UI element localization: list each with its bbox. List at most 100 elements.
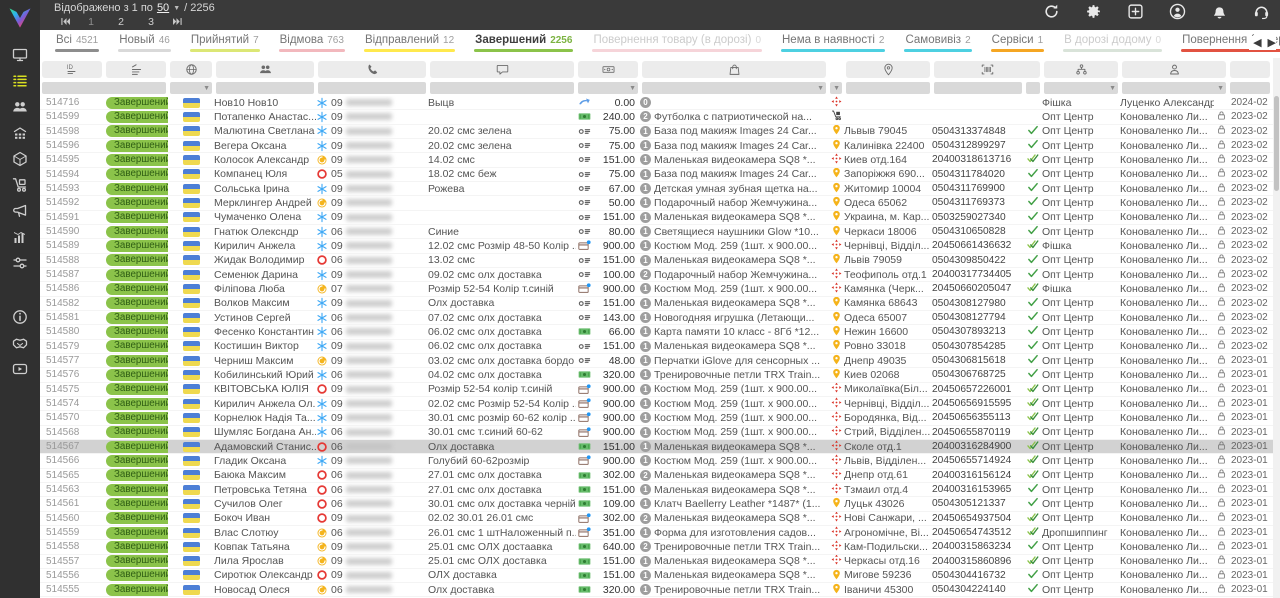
table-row[interactable]: 514586ЗавершенийФіліпова Люба07Розмір 52… bbox=[40, 282, 1280, 296]
sort-status-button[interactable] bbox=[106, 61, 166, 78]
table-row[interactable]: 514587ЗавершенийСеменюк Дарина0909.02 см… bbox=[40, 268, 1280, 282]
tab-3[interactable]: Відмова763 bbox=[278, 30, 346, 55]
table-row[interactable]: 514558ЗавершенийКовпак Татьяна0925.01 см… bbox=[40, 540, 1280, 554]
table-row[interactable]: 514598ЗавершенийМалютина Светлана0920.02… bbox=[40, 125, 1280, 139]
table-row[interactable]: 514580ЗавершенийФесенко Константин0606.0… bbox=[40, 325, 1280, 339]
sidebar-item-marketing[interactable] bbox=[0, 198, 40, 224]
tab-6[interactable]: Повернення товару (в дорозі)0 bbox=[591, 30, 763, 55]
filter-delivery-type-input[interactable]: ▼ bbox=[830, 82, 842, 94]
notifications-button[interactable] bbox=[1211, 3, 1228, 20]
table-row[interactable]: 514591ЗавершенийЧумаченко Олена09151.001… bbox=[40, 211, 1280, 225]
table-row[interactable]: 514581ЗавершенийУстинов Сергей0607.02 см… bbox=[40, 311, 1280, 325]
table-row[interactable]: 514557ЗавершенийЛила Ярослав0925.01 смс … bbox=[40, 555, 1280, 569]
tab-8[interactable]: Самовивіз2 bbox=[903, 30, 972, 55]
filter-country-input[interactable]: ▼ bbox=[170, 82, 212, 94]
table-row[interactable]: 514556ЗавершенийСиротюк Олександр09ОЛХ д… bbox=[40, 569, 1280, 583]
tab-scroll-right-icon[interactable]: ▶ bbox=[1268, 36, 1276, 50]
settings-button[interactable] bbox=[1085, 3, 1102, 20]
sort-tracking-button[interactable] bbox=[934, 61, 1040, 78]
sidebar-item-dashboard[interactable] bbox=[0, 42, 40, 68]
tab-0[interactable]: Всі4521 bbox=[54, 30, 100, 55]
account-button[interactable] bbox=[1169, 3, 1186, 20]
table-row[interactable]: 514568ЗавершенийШумляс Богдана Ан...0630… bbox=[40, 426, 1280, 440]
table-row[interactable]: 514716ЗавершенийНов10 Нов1009Выцв0.000Фі… bbox=[40, 96, 1280, 110]
sidebar-item-info[interactable] bbox=[0, 304, 40, 330]
table-row[interactable]: 514566ЗавершенийГладик Оксана09Голубий 6… bbox=[40, 454, 1280, 468]
table-row[interactable]: 514577ЗавершенийЧерниш Максим0903.02 смс… bbox=[40, 354, 1280, 368]
filter-payment-input[interactable]: ▼ bbox=[578, 82, 638, 94]
filter-comment-input[interactable] bbox=[430, 82, 574, 94]
refresh-button[interactable] bbox=[1043, 3, 1060, 20]
sort-manager-button[interactable] bbox=[1122, 61, 1226, 78]
table-row[interactable]: 514567ЗавершенийАдамовский Станис...06Ол… bbox=[40, 440, 1280, 454]
sort-date-button[interactable] bbox=[1230, 61, 1270, 78]
filter-user-group-input[interactable]: ▼ bbox=[1044, 82, 1118, 94]
filter-products-input[interactable]: ▼ bbox=[642, 82, 826, 94]
table-row[interactable]: 514594ЗавершенийКомпанец Юля0518.02 смс … bbox=[40, 168, 1280, 182]
table-row[interactable]: 514561ЗавершенийСучилов Олег0630.01 смс … bbox=[40, 497, 1280, 511]
sidebar-item-products[interactable] bbox=[0, 146, 40, 172]
table-row[interactable]: 514574ЗавершенийКирилич Анжела Ол...0902… bbox=[40, 397, 1280, 411]
page-number-1[interactable]: 1 bbox=[76, 16, 106, 28]
table-row[interactable]: 514579ЗавершенийКостишин Виктор0906.02 с… bbox=[40, 340, 1280, 354]
sort-products-button[interactable] bbox=[642, 61, 826, 78]
table-row[interactable]: 514592ЗавершенийМерклингер Андрей0950.00… bbox=[40, 196, 1280, 210]
sort-order-id-button[interactable]: ID bbox=[42, 61, 102, 78]
table-row[interactable]: 514589ЗавершенийКирилич Анжела0912.02 см… bbox=[40, 239, 1280, 253]
table-row[interactable]: 514582ЗавершенийВолков Максим09Олх доста… bbox=[40, 297, 1280, 311]
filter-check-input[interactable] bbox=[1026, 82, 1040, 94]
sort-user-group-button[interactable] bbox=[1044, 61, 1118, 78]
sidebar-item-customers[interactable] bbox=[0, 94, 40, 120]
table-row[interactable]: 514596ЗавершенийВегера Оксана0920.02 смс… bbox=[40, 139, 1280, 153]
app-logo-icon[interactable] bbox=[6, 4, 34, 32]
page-number-3[interactable]: 3 bbox=[136, 16, 166, 28]
add-button[interactable] bbox=[1127, 3, 1144, 20]
sidebar-item-company[interactable] bbox=[0, 120, 40, 146]
table-row[interactable]: 514555ЗавершенийНовосад Олеся06Олх доста… bbox=[40, 583, 1280, 597]
table-row[interactable]: 514560ЗавершенийБокоч Иван0902.02 30.01 … bbox=[40, 512, 1280, 526]
filter-customer-input[interactable] bbox=[216, 82, 314, 94]
table-row[interactable]: 514590ЗавершенийГнатюк Олексндр06Синие80… bbox=[40, 225, 1280, 239]
tab-9[interactable]: Сервіси1 bbox=[990, 30, 1046, 55]
tab-5[interactable]: Завершений2256 bbox=[473, 30, 574, 55]
table-row[interactable]: 514570ЗавершенийКорнелюк Надія Та...0930… bbox=[40, 411, 1280, 425]
table-row[interactable]: 514593ЗавершенийСольська Ірина09Рожева67… bbox=[40, 182, 1280, 196]
sort-customer-button[interactable] bbox=[216, 61, 314, 78]
page-size-dropdown[interactable]: 50 bbox=[157, 2, 169, 14]
tab-2[interactable]: Прийнятий7 bbox=[189, 30, 261, 55]
sort-payment-button[interactable] bbox=[578, 61, 638, 78]
filter-manager-input[interactable]: ▼ bbox=[1122, 82, 1226, 94]
filter-phone-input[interactable] bbox=[318, 82, 426, 94]
tab-1[interactable]: Новый46 bbox=[117, 30, 172, 55]
sidebar-item-reports[interactable] bbox=[0, 224, 40, 250]
table-row[interactable]: 514565ЗавершенийБаюка Максим0627.01 смс … bbox=[40, 469, 1280, 483]
filter-date-input[interactable] bbox=[1230, 82, 1270, 94]
filter-tracking-input[interactable] bbox=[934, 82, 1022, 94]
sidebar-item-integrations[interactable] bbox=[0, 250, 40, 276]
support-button[interactable] bbox=[1253, 3, 1270, 20]
table-row[interactable]: 514599ЗавершенийПотапенко Анастас...0924… bbox=[40, 110, 1280, 124]
table-row[interactable]: 514563ЗавершенийПетровська Тетяна0627.01… bbox=[40, 483, 1280, 497]
table-row[interactable]: 514575ЗавершенийКВІТОВСЬКА ЮЛІЯ09Розмір … bbox=[40, 383, 1280, 397]
tab-10[interactable]: В дорозі додому0 bbox=[1062, 30, 1163, 55]
tab-scroll-left-icon[interactable]: ◀ bbox=[1253, 36, 1261, 50]
tab-7[interactable]: Нема в наявності2 bbox=[780, 30, 886, 55]
filter-city-input[interactable] bbox=[846, 82, 930, 94]
table-row[interactable]: 514588ЗавершенийЖидак Володимир0613.02 с… bbox=[40, 254, 1280, 268]
sort-country-button[interactable] bbox=[170, 61, 212, 78]
filter-order-id-input[interactable] bbox=[42, 82, 166, 94]
table-row[interactable]: 514576ЗавершенийКобилинський Юрий0604.02… bbox=[40, 368, 1280, 382]
sidebar-item-tutorials[interactable] bbox=[0, 356, 40, 382]
sort-phone-button[interactable] bbox=[318, 61, 426, 78]
sort-city-button[interactable] bbox=[846, 61, 930, 78]
scrollbar-thumb[interactable] bbox=[1274, 96, 1279, 191]
sidebar-item-partners[interactable] bbox=[0, 330, 40, 356]
first-page-button[interactable] bbox=[54, 15, 76, 28]
table-row[interactable]: 514559ЗавершенийВлас Слотюу0626.01 смс 1… bbox=[40, 526, 1280, 540]
sidebar-item-orders[interactable] bbox=[0, 68, 40, 94]
last-page-button[interactable] bbox=[166, 15, 188, 28]
sort-comment-button[interactable] bbox=[430, 61, 574, 78]
table-row[interactable]: 514595ЗавершенийКолосок Александр0914.02… bbox=[40, 153, 1280, 167]
tab-4[interactable]: Відправлений12 bbox=[363, 30, 456, 55]
sidebar-item-purchases[interactable] bbox=[0, 172, 40, 198]
